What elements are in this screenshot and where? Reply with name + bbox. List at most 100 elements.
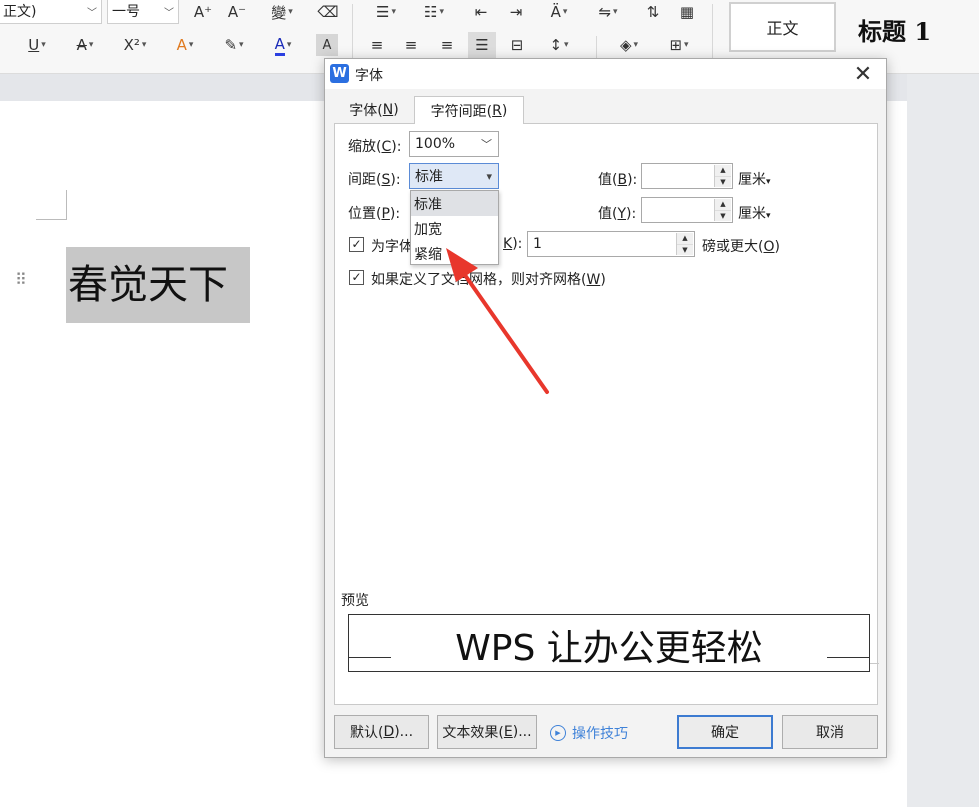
drag-handle-icon[interactable]: ⠿ — [15, 272, 27, 288]
font-name-combo[interactable]: 正文) ﹀ — [0, 0, 102, 24]
kerning-spinner[interactable]: ▲ ▼ — [676, 233, 693, 255]
borders-icon: ⊞ — [669, 36, 683, 54]
grow-font-button[interactable]: A⁺ — [190, 0, 216, 25]
indent-icon: ⇥ — [509, 3, 523, 21]
chevron-down-icon: ▾ — [288, 7, 293, 17]
position-unit-label[interactable]: 厘米▾ — [738, 203, 771, 223]
dropdown-option-condensed[interactable]: 紧缩 — [411, 241, 498, 266]
phonetic-guide-button[interactable]: 變 ▾ — [262, 0, 302, 25]
text-effects-button[interactable]: 文本效果(E)... — [437, 715, 537, 749]
spin-down-icon[interactable]: ▼ — [715, 176, 731, 187]
spacing-dropdown-list: 标准 加宽 紧缩 — [410, 190, 499, 265]
tips-label: 操作技巧 — [572, 726, 628, 742]
font-color-button[interactable]: A ▾ — [264, 32, 302, 58]
text-effect-icon: A — [176, 36, 187, 54]
borders-button[interactable]: ⊞ ▾ — [660, 32, 698, 58]
strikethrough-button[interactable]: A ▾ — [66, 32, 104, 58]
kerning-checkbox[interactable]: ✓ — [349, 237, 364, 252]
dropdown-option-expanded[interactable]: 加宽 — [411, 216, 498, 241]
grow-font-icon: A⁺ — [193, 3, 213, 21]
chevron-down-icon: ﹀ — [481, 138, 492, 151]
tab-spacing-key: R — [492, 102, 502, 119]
char-shading-button[interactable]: A — [316, 34, 338, 56]
superscript-button[interactable]: X² ▾ — [116, 32, 154, 58]
chevron-down-icon: ▾ — [141, 40, 147, 50]
tips-link[interactable]: ▶ 操作技巧 — [550, 723, 628, 743]
spin-up-icon[interactable]: ▲ — [715, 165, 731, 177]
scale-select[interactable]: 100% ﹀ — [409, 131, 499, 157]
chevron-down-icon: ▾ — [562, 7, 568, 17]
style-normal[interactable]: 正文 — [729, 2, 836, 52]
style-heading-1[interactable]: 标题 1 — [858, 12, 931, 47]
bullet-list-icon: ☰ — [376, 3, 390, 21]
spin-down-icon[interactable]: ▼ — [715, 210, 731, 221]
clear-format-button[interactable]: ⌫ — [314, 0, 342, 25]
kerning-key-label: K): — [503, 236, 523, 252]
spin-up-icon[interactable]: ▲ — [715, 199, 731, 211]
increase-indent-button[interactable]: ⇥ — [503, 0, 529, 25]
shrink-font-icon: A⁻ — [227, 3, 247, 21]
justify-button[interactable]: ☰ — [468, 32, 496, 58]
spacing-select[interactable]: 标准 ▾ — [409, 163, 499, 189]
default-button[interactable]: 默认(D)... — [334, 715, 429, 749]
dropdown-option-normal[interactable]: 标准 — [411, 191, 498, 216]
char-shading-icon: A — [322, 37, 332, 53]
distributed-align-button[interactable]: ⊟ — [504, 32, 530, 58]
chevron-down-icon: ▾ — [286, 40, 292, 50]
kerning-points-input[interactable]: 1 ▲ ▼ — [527, 231, 695, 257]
align-center-button[interactable]: ≡ — [398, 32, 424, 58]
font-size-combo[interactable]: 一号 ﹀ — [107, 0, 179, 24]
spin-up-icon[interactable]: ▲ — [677, 233, 693, 245]
tab-font[interactable]: 字体(N) — [334, 97, 414, 123]
selected-document-text[interactable]: 春觉天下 — [66, 247, 250, 323]
cancel-button[interactable]: 取消 — [782, 715, 878, 749]
tab-spacing-end: ) — [501, 102, 508, 119]
tab-font-end: ) — [393, 102, 399, 118]
numbering-button[interactable]: ☷ ▾ — [416, 0, 452, 25]
line-spacing-button[interactable]: ↕ ▾ — [540, 32, 578, 58]
dialog-titlebar[interactable]: W 字体 ✕ — [325, 59, 886, 89]
font-color-icon: A — [274, 35, 285, 56]
shrink-font-button[interactable]: A⁻ — [224, 0, 250, 25]
kerning-label: 为字体 — [371, 239, 413, 255]
decrease-indent-button[interactable]: ⇤ — [468, 0, 494, 25]
margin-corner-marker — [36, 190, 67, 220]
position-by-spinner[interactable]: ▲ ▼ — [714, 199, 731, 221]
snap-grid-checkbox[interactable]: ✓ — [349, 270, 364, 285]
align-center-icon: ≡ — [404, 36, 418, 54]
scale-label: 缩放(C): — [348, 139, 402, 155]
align-right-button[interactable]: ≡ — [434, 32, 460, 58]
underline-button[interactable]: U ▾ — [18, 32, 56, 58]
tab-font-label: 字体( — [349, 103, 383, 119]
sort-button[interactable]: ⇅ — [640, 0, 666, 25]
distribute-icon: ⊟ — [510, 36, 524, 54]
chevron-down-icon: ▾ — [88, 40, 94, 50]
tab-character-spacing[interactable]: 字符间距(R) — [414, 96, 524, 124]
spin-down-icon[interactable]: ▼ — [677, 244, 693, 255]
tab-spacing-label: 字符间距( — [430, 103, 493, 120]
bullets-button[interactable]: ☰ ▾ — [368, 0, 404, 25]
spacing-value: 标准 — [415, 169, 443, 185]
play-icon: ▶ — [550, 725, 566, 741]
close-icon[interactable]: ✕ — [850, 61, 876, 87]
chevron-down-icon: ﹀ — [164, 7, 174, 19]
position-label: 位置(P): — [348, 206, 401, 222]
justify-icon: ☰ — [475, 36, 489, 54]
spacing-by-spinner[interactable]: ▲ ▼ — [714, 165, 731, 187]
ok-button[interactable]: 确定 — [677, 715, 773, 749]
align-left-icon: ≡ — [370, 36, 384, 54]
preview-baseline-right — [827, 657, 869, 658]
text-effect-button[interactable]: A ▾ — [166, 32, 204, 58]
spacing-label: 间距(S): — [348, 172, 401, 188]
spacing-by-input[interactable]: ▲ ▼ — [641, 163, 733, 189]
spacing-unit-label[interactable]: 厘米▾ — [738, 169, 771, 189]
highlight-button[interactable]: ✎ ▾ — [214, 32, 254, 58]
change-case-button[interactable]: Ä ▾ — [540, 0, 578, 25]
shading-button[interactable]: ◈ ▾ — [610, 32, 648, 58]
show-marks-button[interactable]: ▦ — [674, 0, 700, 25]
align-left-button[interactable]: ≡ — [364, 32, 390, 58]
position-by-input[interactable]: ▲ ▼ — [641, 197, 733, 223]
text-direction-button[interactable]: ⇋ ▾ — [590, 0, 626, 25]
spacing-by-label: 值(B): — [598, 172, 638, 188]
ribbon-divider — [596, 36, 597, 58]
